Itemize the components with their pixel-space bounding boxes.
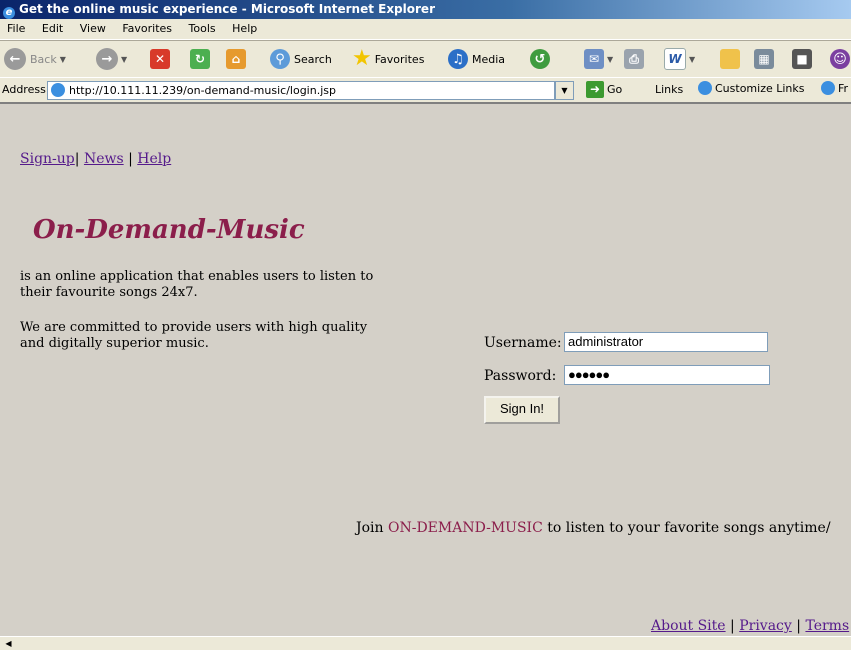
print-button[interactable]: ⎙ [624,46,644,72]
page-content: Sign-up| News | Help On-Demand-Music is … [0,127,851,636]
forward-dropdown-icon[interactable]: ▼ [121,55,127,64]
free-link-label: Fr [838,81,849,95]
sign-in-button[interactable]: Sign In! [484,396,560,424]
history-icon: ↺ [530,49,550,69]
menu-favorites[interactable]: Favorites [122,22,172,35]
history-button[interactable]: ↺ [530,46,550,72]
menu-help[interactable]: Help [232,22,257,35]
address-input[interactable]: http://10.111.11.239/on-demand-music/log… [47,81,555,100]
terms-link[interactable]: Terms [805,618,849,634]
menu-tools[interactable]: Tools [189,22,216,35]
username-label: Username: [484,335,562,351]
customize-links-label: Customize Links [715,81,805,95]
password-label: Password: [484,368,557,384]
messenger-button[interactable]: ■ [792,46,812,72]
research-icon: ▦ [754,49,774,69]
footer-links: About Site | Privacy | Terms [651,618,849,634]
mail-dropdown-icon[interactable]: ▼ [607,55,613,64]
back-label: Back [30,52,57,66]
nav-separator: | [123,151,138,167]
edit-button[interactable]: W ▼ [664,46,695,72]
folder-button[interactable] [720,46,740,72]
window-title-bar: e Get the online music experience - Micro… [0,0,851,19]
go-arrow-icon: ➜ [586,81,604,98]
join-suffix: to listen to your favorite songs anytime… [542,520,831,536]
privacy-link[interactable]: Privacy [739,618,792,634]
star-icon: ★ [352,46,372,71]
back-button[interactable]: ← Back ▼ [4,46,66,72]
address-dropdown-icon[interactable]: ▼ [555,81,574,100]
about-site-link[interactable]: About Site [651,618,726,634]
go-label: Go [607,83,623,96]
customize-links[interactable]: Customize Links [698,81,805,95]
horizontal-scrollbar[interactable]: ◀ [0,636,851,650]
forward-button[interactable]: → ▼ [96,46,127,72]
news-link[interactable]: News [84,151,124,167]
ie-page-icon [698,81,712,95]
forward-arrow-icon: → [96,48,118,70]
back-arrow-icon: ← [4,48,26,70]
links-label[interactable]: Links [655,83,683,96]
address-url: http://10.111.11.239/on-demand-music/log… [69,84,336,97]
ie-logo-icon: e [3,7,15,19]
mail-icon: ✉ [584,49,604,69]
back-dropdown-icon[interactable]: ▼ [60,55,66,64]
help-link[interactable]: Help [137,151,171,167]
join-prefix: Join [356,520,388,536]
home-button[interactable]: ⌂ [226,46,246,72]
footer-separator: | [725,618,740,634]
word-icon: W [664,48,686,70]
refresh-icon: ↻ [190,49,210,69]
ie-page-icon [821,81,835,95]
menu-view[interactable]: View [80,22,106,35]
free-link[interactable]: Fr [821,81,848,95]
window-title: Get the online music experience - Micros… [19,2,435,16]
standard-toolbar: ← Back ▼ → ▼ ✕ ↻ ⌂ ⚲ Search ★ Favorites … [0,40,851,77]
media-button[interactable]: ♫ Media [448,46,505,72]
media-label: Media [472,52,506,66]
username-input[interactable]: administrator [564,332,768,352]
home-icon: ⌂ [226,49,246,69]
menu-file[interactable]: File [7,22,25,35]
search-label: Search [294,52,332,66]
password-input[interactable]: ●●●●●● [564,365,770,385]
footer-separator: | [791,618,806,634]
site-commitment: We are committed to provide users with h… [20,320,368,351]
messenger-icon: ■ [792,49,812,69]
stop-icon: ✕ [150,49,170,69]
signup-link[interactable]: Sign-up [20,151,75,167]
stop-button[interactable]: ✕ [150,46,170,72]
address-bar: Address http://10.111.11.239/on-demand-m… [0,77,851,104]
yahoo-button[interactable]: ☺ [830,46,850,72]
site-title: On-Demand-Music [33,215,305,245]
go-button[interactable]: ➜ Go [586,81,622,98]
search-icon: ⚲ [270,49,290,69]
menu-bar: File Edit View Favorites Tools Help [0,19,851,40]
nav-separator: | [74,151,84,167]
site-description: is an online application that enables us… [20,269,374,300]
media-icon: ♫ [448,49,468,69]
join-brand: ON-DEMAND-MUSIC [388,520,543,536]
join-message: Join ON-DEMAND-MUSIC to listen to your f… [356,520,831,536]
menu-edit[interactable]: Edit [42,22,63,35]
favorites-label: Favorites [374,52,425,66]
refresh-button[interactable]: ↻ [190,46,210,72]
favorites-button[interactable]: ★ Favorites [352,46,424,72]
address-label: Address [2,83,46,96]
search-button[interactable]: ⚲ Search [270,46,332,72]
printer-icon: ⎙ [624,49,644,69]
top-nav: Sign-up| News | Help [20,151,171,167]
mail-button[interactable]: ✉ ▼ [584,46,613,72]
yahoo-icon: ☺ [830,49,850,69]
edit-dropdown-icon[interactable]: ▼ [689,55,695,64]
page-icon [51,83,65,97]
research-button[interactable]: ▦ [754,46,774,72]
scroll-left-icon[interactable]: ◀ [2,638,15,649]
folder-icon [720,49,740,69]
